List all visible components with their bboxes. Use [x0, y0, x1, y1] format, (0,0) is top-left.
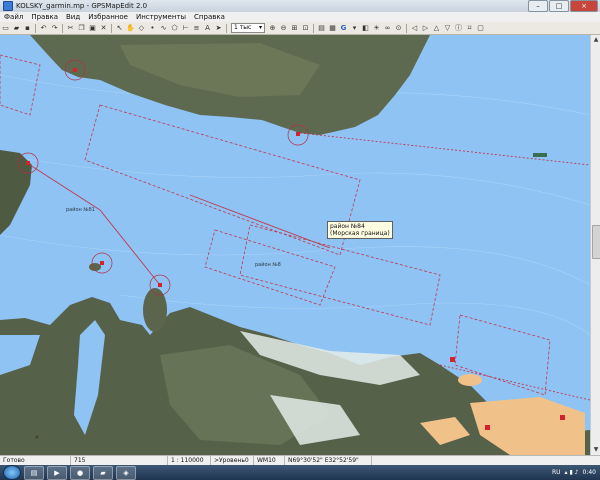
ruler-icon[interactable]: ⊢ [181, 24, 190, 33]
properties-icon[interactable]: ≡ [192, 24, 201, 33]
zoom-out-icon[interactable]: ⊖ [279, 24, 288, 33]
minimize-button[interactable]: – [528, 0, 548, 12]
fill-icon[interactable]: ◧ [361, 24, 370, 33]
tray-icons[interactable]: ▴ ▮ ♪ [565, 469, 579, 476]
arrow-up-icon[interactable]: △ [432, 24, 441, 33]
maximize-button[interactable]: □ [549, 0, 569, 12]
copy-icon[interactable]: ❐ [77, 24, 86, 33]
toolbar-separator [35, 23, 36, 33]
window-icon[interactable]: ▢ [476, 24, 485, 33]
language-indicator[interactable]: RU [552, 469, 561, 476]
menu-tools[interactable]: Инструменты [132, 13, 190, 21]
map-label-area-a: район №81 [66, 207, 95, 213]
create-point-icon[interactable]: • [148, 24, 157, 33]
tag-icon[interactable]: ⌑ [465, 24, 474, 33]
map-tooltip: район №84 (Морская граница) [327, 221, 393, 239]
delete-icon[interactable]: ✕ [99, 24, 108, 33]
scroll-thumb[interactable] [592, 225, 600, 259]
arrow-left-icon[interactable]: ◁ [410, 24, 419, 33]
explorer-icon[interactable]: ▤ [24, 465, 44, 480]
toolbar-separator [313, 23, 314, 33]
system-tray: RU ▴ ▮ ♪ 0:40 [552, 465, 596, 480]
create-polygon-icon[interactable]: ⬠ [170, 24, 179, 33]
create-polyline-icon[interactable]: ∿ [159, 24, 168, 33]
folder-icon[interactable]: ▰ [93, 465, 113, 480]
vertical-scrollbar[interactable]: ▲ ▼ [590, 35, 600, 455]
menu-view[interactable]: Вид [62, 13, 84, 21]
edit-nodes-icon[interactable]: ◇ [137, 24, 146, 33]
toolbar-separator [62, 23, 63, 33]
toolbar: ▭ ▰ ▪ ↶ ↷ ✂ ❐ ▣ ✕ ↖ ✋ ◇ • ∿ ⬠ ⊢ ≡ A ➤ 1 … [0, 22, 600, 35]
toolbar-separator [111, 23, 112, 33]
map-label-area-b: район №8 [255, 262, 281, 268]
zoom-select-icon[interactable]: ⊡ [301, 24, 310, 33]
arrow-down-icon[interactable]: ▽ [443, 24, 452, 33]
start-button[interactable] [3, 465, 21, 480]
redo-icon[interactable]: ↷ [50, 24, 59, 33]
grid-icon[interactable]: ▦ [328, 24, 337, 33]
save-icon[interactable]: ▪ [23, 24, 32, 33]
media-player-icon[interactable]: ▶ [47, 465, 67, 480]
map-canvas[interactable]: ⌕ район №81 район №8 район №84 (Морская … [0, 35, 590, 455]
open-folder-icon[interactable]: ▰ [12, 24, 21, 33]
menu-file[interactable]: Файл [0, 13, 27, 21]
new-file-icon[interactable]: ▭ [1, 24, 10, 33]
info-icon[interactable]: ⓘ [454, 24, 463, 33]
scroll-up-icon[interactable]: ▲ [591, 35, 600, 45]
scale-dropdown[interactable]: 1 тыс ▾ [231, 23, 265, 33]
map-svg: ⌕ [0, 35, 590, 455]
close-button[interactable]: × [570, 0, 598, 12]
navigation-marker [533, 153, 547, 157]
pointer-icon[interactable]: ➤ [214, 24, 223, 33]
arrow-right-icon[interactable]: ▷ [421, 24, 430, 33]
menu-favorites[interactable]: Избранное [84, 13, 132, 21]
scroll-down-icon[interactable]: ▼ [591, 445, 600, 455]
paste-icon[interactable]: ▣ [88, 24, 97, 33]
zoom-in-icon[interactable]: ⊕ [268, 24, 277, 33]
cursor-icon: ⌕ [35, 433, 39, 441]
chevron-down-icon: ▾ [258, 24, 262, 31]
cut-icon[interactable]: ✂ [66, 24, 75, 33]
google-icon[interactable]: G [339, 24, 348, 33]
menu-edit[interactable]: Правка [27, 13, 62, 21]
app-icon [3, 1, 13, 11]
select-tool-icon[interactable]: ↖ [115, 24, 124, 33]
toolbar-separator [406, 23, 407, 33]
menu-help[interactable]: Справка [190, 13, 229, 21]
window-title: KOLSKY_garmin.mp - GPSMapEdit 2.0 [16, 2, 148, 10]
gpsmapedit-task-icon[interactable]: ◈ [116, 465, 136, 480]
hand-tool-icon[interactable]: ✋ [126, 24, 135, 33]
light-icon[interactable]: ☀ [372, 24, 381, 33]
layers-icon[interactable]: ▤ [317, 24, 326, 33]
taskbar: ▤ ▶ ● ▰ ◈ RU ▴ ▮ ♪ 0:40 [0, 465, 600, 480]
link-icon[interactable]: ∞ [383, 24, 392, 33]
scale-dropdown-value: 1 тыс [234, 24, 252, 31]
tooltip-title: район №84 [330, 223, 365, 230]
gps-icon[interactable]: ⊙ [394, 24, 403, 33]
browser-icon[interactable]: ● [70, 465, 90, 480]
zoom-all-icon[interactable]: ⊞ [290, 24, 299, 33]
window-controls: – □ × [528, 0, 598, 12]
tooltip-subtitle: (Морская граница) [330, 230, 390, 237]
undo-icon[interactable]: ↶ [39, 24, 48, 33]
clock[interactable]: 0:40 [583, 469, 596, 476]
label-tool-icon[interactable]: A [203, 24, 212, 33]
chevron-down-icon[interactable]: ▾ [350, 24, 359, 33]
toolbar-separator [226, 23, 227, 33]
